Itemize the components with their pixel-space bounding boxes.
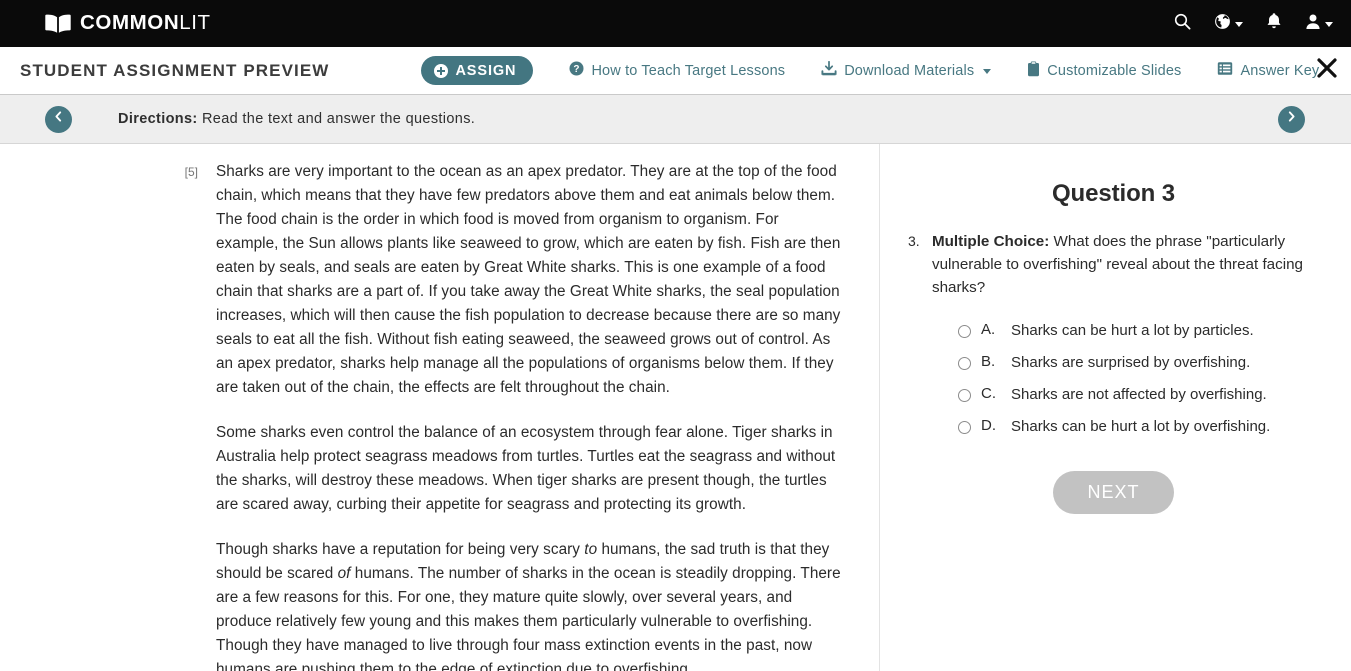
chevron-right-icon [1285, 110, 1298, 128]
bell-icon [1266, 12, 1282, 35]
reading-text: [5] Sharks are very important to the oce… [0, 144, 879, 671]
paragraph-italic-to: to [584, 541, 598, 558]
radio-button-b[interactable] [958, 357, 971, 370]
customizable-slides-label: Customizable Slides [1047, 62, 1182, 79]
search-icon [1174, 13, 1191, 35]
directions-bar: Directions: Read the text and answer the… [0, 95, 1351, 144]
question-body: 3. Multiple Choice: What does the phrase… [904, 230, 1323, 299]
answer-key-link[interactable]: Answer Key [1217, 61, 1319, 80]
logo-bold: COMMON [80, 11, 180, 35]
chevron-left-icon [52, 110, 65, 128]
answer-key-label: Answer Key [1240, 62, 1320, 79]
how-to-teach-target-lessons-link[interactable]: ? How to Teach Target Lessons [569, 61, 785, 80]
paragraph-text: Though sharks have a reputation for bein… [216, 538, 841, 671]
how-to-teach-target-lessons-label: How to Teach Target Lessons [591, 62, 786, 79]
radio-button-c[interactable] [958, 389, 971, 402]
download-icon [821, 60, 837, 80]
clipboard-icon [1027, 61, 1040, 81]
globe-icon [1214, 13, 1231, 35]
chevron-down-icon [1325, 22, 1333, 27]
chevron-down-icon [983, 69, 992, 74]
toolbar-actions: ASSIGN ? How to Teach Target Lessons Dow… [421, 56, 1319, 85]
assign-button-label: ASSIGN [455, 62, 517, 79]
list-table-icon [1217, 61, 1233, 80]
next-page-button[interactable] [1278, 105, 1305, 133]
close-preview-button[interactable] [1314, 58, 1340, 84]
plus-circle-icon [434, 63, 449, 78]
customizable-slides-link[interactable]: Customizable Slides [1027, 61, 1181, 81]
logo-wordmark: COMMONLIT [80, 13, 211, 34]
question-type-label: Multiple Choice: [932, 233, 1050, 250]
logo-light: LIT [179, 11, 211, 35]
answer-choices: A. Sharks can be hurt a lot by particles… [958, 321, 1323, 437]
paragraph-block-5: [5] Sharks are very important to the oce… [185, 160, 863, 421]
commonlit-logo[interactable]: COMMONLIT [45, 13, 211, 34]
question-number: 3. [908, 233, 920, 249]
choice-letter-a: A. [981, 321, 996, 338]
choice-text-b: Sharks are surprised by overfishing. [1011, 354, 1251, 371]
paragraph-italic-of: of [337, 565, 351, 582]
radio-button-d[interactable] [958, 421, 971, 434]
choice-letter-d: D. [981, 417, 996, 434]
choice-text-a: Sharks can be hurt a lot by particles. [1011, 322, 1254, 339]
user-icon [1305, 13, 1321, 35]
answer-choice-d[interactable]: D. Sharks can be hurt a lot by overfishi… [958, 417, 1323, 437]
answer-choice-b[interactable]: B. Sharks are surprised by overfishing. [958, 353, 1323, 373]
choice-letter-c: C. [981, 385, 996, 402]
directions-label: Directions: [118, 111, 198, 127]
question-prompt: Multiple Choice: What does the phrase "p… [932, 230, 1323, 299]
paragraph-text: Sharks are very important to the ocean a… [216, 163, 841, 396]
question-heading: Question 3 [1051, 180, 1176, 207]
chevron-down-icon [1235, 22, 1243, 27]
preview-toolbar: STUDENT ASSIGNMENT PREVIEW ASSIGN ? How … [0, 47, 1351, 95]
paragraph-part-a: Though sharks have a reputation for bein… [216, 541, 585, 558]
reading-pane: [5] Sharks are very important to the oce… [0, 144, 880, 671]
question-pane: Question 3 3. Multiple Choice: What does… [880, 144, 1351, 671]
close-x-icon [1315, 56, 1339, 85]
global-header: COMMONLIT [0, 0, 1351, 47]
download-materials-label: Download Materials [844, 62, 975, 79]
choice-text-c: Sharks are not affected by overfishing. [1011, 386, 1267, 403]
global-nav-icons [1174, 12, 1333, 35]
search-button[interactable] [1174, 13, 1191, 35]
next-button[interactable]: NEXT [1053, 471, 1174, 514]
directions-body: Read the text and answer the questions. [201, 111, 476, 127]
language-selector[interactable] [1214, 13, 1243, 35]
previous-page-button[interactable] [45, 105, 72, 133]
choice-text-d: Sharks can be hurt a lot by overfishing. [1011, 418, 1271, 435]
directions-text: Directions: Read the text and answer the… [118, 111, 475, 127]
account-menu[interactable] [1305, 13, 1333, 35]
choice-letter-b: B. [981, 353, 996, 370]
assign-button[interactable]: ASSIGN [421, 56, 534, 85]
answer-choice-c[interactable]: C. Sharks are not affected by overfishin… [958, 385, 1323, 405]
paragraph-text: Some sharks even control the balance of … [216, 424, 836, 513]
download-materials-menu[interactable]: Download Materials [821, 60, 992, 80]
next-button-container: NEXT [904, 471, 1323, 514]
radio-button-a[interactable] [958, 325, 971, 338]
main-content: [5] Sharks are very important to the oce… [0, 144, 1351, 671]
open-book-icon [45, 14, 71, 33]
paragraph-number: [5] [184, 165, 198, 179]
question-mark-circle-icon: ? [569, 61, 584, 80]
answer-choice-a[interactable]: A. Sharks can be hurt a lot by particles… [958, 321, 1323, 341]
app-root: COMMONLIT STUDENT ASSIGNMENT PREVIEW ASS… [0, 0, 1351, 671]
page-title: STUDENT ASSIGNMENT PREVIEW [20, 60, 330, 80]
notifications-button[interactable] [1266, 12, 1282, 35]
svg-text:?: ? [574, 64, 580, 75]
